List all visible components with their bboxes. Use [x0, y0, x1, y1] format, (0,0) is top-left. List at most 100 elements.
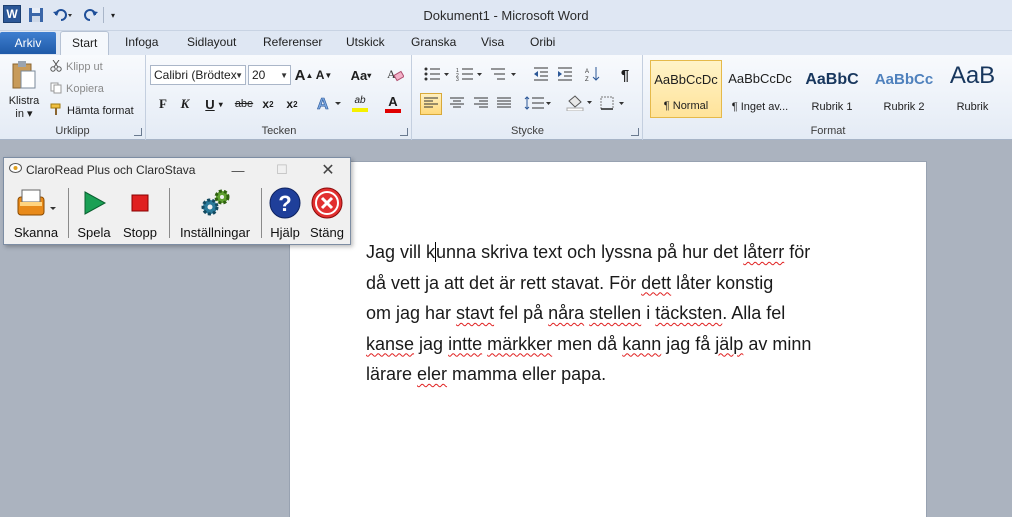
- grow-font-label: A: [294, 66, 306, 84]
- copy-icon: [50, 82, 62, 97]
- toolbar-separator: [261, 188, 262, 238]
- format-painter-label: Hämta format: [67, 105, 134, 117]
- tab-infoga[interactable]: Infoga: [125, 35, 158, 49]
- multilevel-list-button[interactable]: [489, 65, 519, 85]
- paragraph-group: 123 AZ ¶ Stycke: [413, 55, 643, 140]
- font-size-value: 20: [252, 68, 266, 82]
- clipboard-group-label: Urklipp: [55, 125, 90, 137]
- sort-button[interactable]: AZ: [583, 65, 603, 85]
- style-no-spacing[interactable]: AaBbCcDc ¶ Inget av...: [724, 60, 796, 118]
- align-right-icon: [474, 97, 488, 112]
- paste-button[interactable]: Klistra in ▾: [4, 57, 44, 123]
- clipboard-dialog-launcher[interactable]: [134, 128, 142, 136]
- play-icon: [72, 186, 116, 220]
- scan-button[interactable]: Skanna: [8, 184, 64, 242]
- stop-button[interactable]: Stopp: [118, 184, 162, 242]
- text-run: . Alla fel: [722, 303, 786, 323]
- style-normal[interactable]: AaBbCcDc ¶ Normal: [650, 60, 722, 118]
- text-effects-button[interactable]: A: [315, 94, 343, 114]
- font-color-button[interactable]: A: [379, 94, 407, 114]
- align-right-button[interactable]: [470, 93, 492, 115]
- tab-start[interactable]: Start: [60, 31, 110, 56]
- shading-button[interactable]: [565, 93, 595, 115]
- text-run: jag: [414, 333, 449, 354]
- bold-button[interactable]: F: [155, 95, 171, 113]
- justify-button[interactable]: [493, 93, 515, 115]
- tab-sidlayout[interactable]: Sidlayout: [187, 35, 236, 49]
- close-window-button[interactable]: ✕: [314, 160, 342, 180]
- text-run: låter konstig: [671, 272, 774, 293]
- document-text[interactable]: Jag vill kunna skriva text och lyssna på…: [366, 237, 866, 390]
- maximize-button[interactable]: ☐: [268, 160, 296, 180]
- paragraph-dialog-launcher[interactable]: [631, 128, 639, 136]
- close-app-button[interactable]: Stäng: [306, 184, 348, 242]
- style-heading-2[interactable]: AaBbCc Rubrik 2: [868, 60, 940, 118]
- misspelled-word: jälp: [715, 333, 744, 354]
- font-dialog-launcher[interactable]: [400, 128, 408, 136]
- play-button[interactable]: Spela: [72, 184, 116, 242]
- increase-indent-button[interactable]: [555, 65, 575, 85]
- paste-label-line1: Klistra: [8, 95, 40, 107]
- help-icon: ?: [264, 186, 306, 220]
- maximize-icon: ☐: [276, 162, 288, 177]
- text-effects-icon: A: [316, 94, 342, 115]
- tab-utskick[interactable]: Utskick: [346, 35, 385, 49]
- minimize-button[interactable]: —: [224, 160, 252, 180]
- help-label: Hjälp: [270, 225, 300, 240]
- settings-button[interactable]: Inställningar: [172, 184, 258, 242]
- misspelled-word: kann: [622, 333, 662, 354]
- svg-text:A: A: [387, 67, 396, 81]
- format-painter-icon: [50, 103, 63, 119]
- numbering-button[interactable]: 123: [455, 65, 485, 85]
- format-painter-button[interactable]: Hämta format: [50, 103, 134, 119]
- bullets-button[interactable]: [423, 65, 451, 85]
- paste-label-line2: in ▾: [15, 108, 33, 120]
- toolbar-separator: [169, 188, 170, 238]
- close-icon: ✕: [321, 162, 335, 179]
- tab-oribi[interactable]: Oribi: [530, 35, 555, 49]
- style-sample: AaB: [949, 62, 996, 89]
- text-run: då vett ja att det är rett stavat. För: [366, 272, 642, 293]
- superscript-button[interactable]: x2: [283, 95, 301, 113]
- text-run: men då: [552, 333, 623, 354]
- clear-formatting-button[interactable]: A: [385, 65, 405, 85]
- justify-icon: [497, 97, 511, 112]
- claroread-toolbar: ClaroRead Plus och ClaroStava — ☐ ✕ Skan…: [3, 157, 351, 245]
- svg-text:Z: Z: [585, 77, 589, 82]
- shrink-font-button[interactable]: A ▼: [315, 66, 333, 84]
- grow-font-button[interactable]: A ▲: [294, 66, 314, 84]
- highlight-label: ab: [354, 95, 366, 106]
- text-run: lärare: [366, 364, 418, 384]
- italic-button[interactable]: K: [177, 95, 193, 113]
- subscript-button[interactable]: x2: [259, 95, 277, 113]
- align-center-button[interactable]: [446, 93, 468, 115]
- highlight-button[interactable]: ab: [345, 94, 375, 114]
- tab-arkiv[interactable]: Arkiv: [0, 32, 56, 54]
- font-color-label: A: [388, 93, 398, 109]
- align-left-button[interactable]: [420, 93, 442, 115]
- font-size-combo[interactable]: 20 ▼: [248, 65, 291, 85]
- underline-button[interactable]: U ▾: [201, 95, 227, 113]
- scissors-icon: [50, 59, 62, 75]
- tab-referenser[interactable]: Referenser: [263, 35, 322, 49]
- show-formatting-marks-button[interactable]: ¶: [615, 65, 635, 85]
- change-case-button[interactable]: Aa ▾: [347, 66, 375, 84]
- claroread-title: ClaroRead Plus och ClaroStava: [26, 163, 196, 177]
- misspelled-word: eler: [417, 364, 448, 384]
- style-heading-1[interactable]: AaBbC Rubrik 1: [796, 60, 868, 118]
- tab-granska[interactable]: Granska: [411, 35, 456, 49]
- borders-button[interactable]: [599, 93, 629, 115]
- superscript-label: x: [286, 97, 294, 111]
- font-group-label: Tecken: [261, 125, 297, 137]
- svg-text:A: A: [317, 96, 329, 112]
- copy-button[interactable]: Kopiera: [50, 81, 104, 97]
- style-title[interactable]: AaB Rubrik: [940, 60, 1005, 118]
- decrease-indent-button[interactable]: [531, 65, 551, 85]
- font-name-combo[interactable]: Calibri (Brödtex ▼: [150, 65, 246, 85]
- tab-visa[interactable]: Visa: [481, 35, 504, 49]
- text-run: för: [784, 242, 811, 262]
- strikethrough-button[interactable]: abe: [233, 95, 255, 113]
- help-button[interactable]: ? Hjälp: [264, 184, 306, 242]
- line-spacing-button[interactable]: [523, 93, 553, 115]
- cut-button[interactable]: Klipp ut: [50, 59, 103, 75]
